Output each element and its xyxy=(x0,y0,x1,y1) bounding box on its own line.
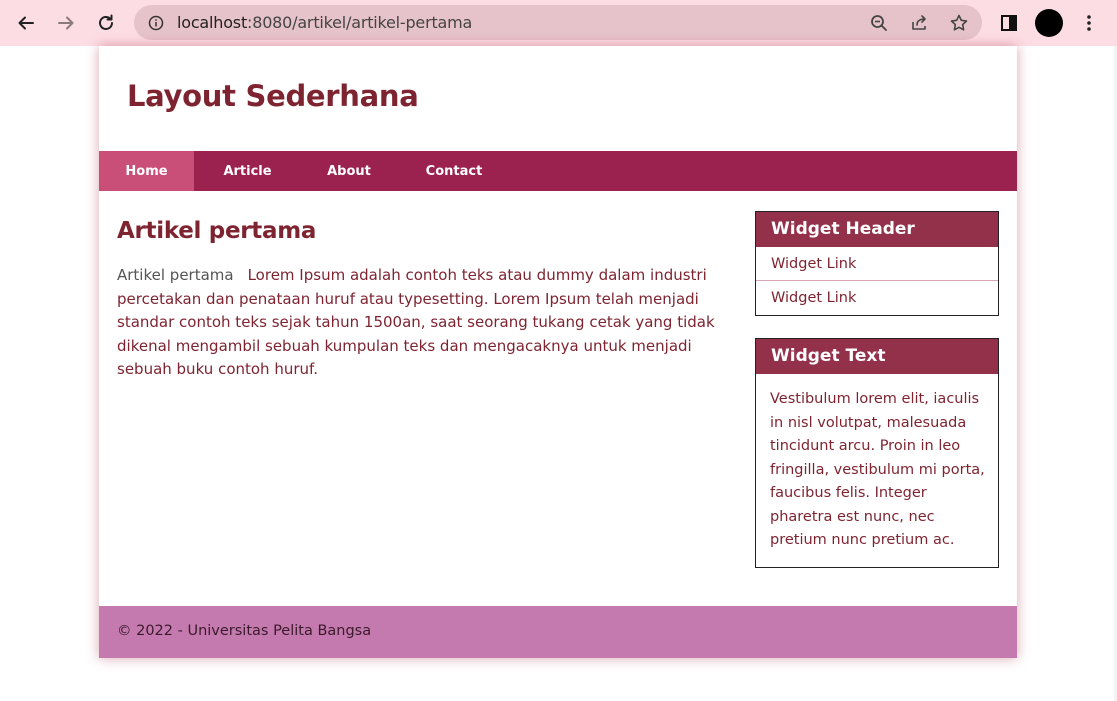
widget-link[interactable]: Widget Link xyxy=(756,247,998,281)
widget-links: Widget Header Widget Link Widget Link xyxy=(755,211,999,316)
reload-icon[interactable] xyxy=(90,7,122,39)
star-icon[interactable] xyxy=(947,11,971,35)
address-bar[interactable]: localhost:8080/artikel/artikel-pertama xyxy=(134,5,982,40)
site-footer: © 2022 - Universitas Pelita Bangsa xyxy=(99,606,1017,658)
url-host: localhost xyxy=(177,13,248,32)
article-body: Artikel pertama Lorem Ipsum adalah contoh… xyxy=(117,264,717,382)
back-icon[interactable] xyxy=(10,7,42,39)
share-icon[interactable] xyxy=(907,11,931,35)
side-panel-icon[interactable] xyxy=(993,7,1025,39)
page-container: Layout Sederhana Home Article About Cont… xyxy=(99,46,1017,658)
site-title: Layout Sederhana xyxy=(127,79,419,113)
url-path: :8080/artikel/artikel-pertama xyxy=(247,13,473,32)
article-title: Artikel pertama xyxy=(117,218,317,244)
url-text[interactable]: localhost:8080/artikel/artikel-pertama xyxy=(177,13,472,32)
browser-toolbar: localhost:8080/artikel/artikel-pertama xyxy=(0,0,1117,46)
widget-text: Widget Text Vestibulum lorem elit, iacul… xyxy=(755,338,999,568)
forward-icon[interactable] xyxy=(50,7,82,39)
info-icon[interactable] xyxy=(146,13,166,33)
zoom-out-icon[interactable] xyxy=(867,11,891,35)
menu-icon[interactable] xyxy=(1073,7,1105,39)
main-nav: Home Article About Contact xyxy=(99,151,1017,191)
main-content: Artikel pertama Artikel pertama Lorem Ips… xyxy=(117,218,717,378)
nav-home[interactable]: Home xyxy=(99,151,194,191)
widget-header: Widget Header xyxy=(756,212,998,247)
profile-avatar[interactable] xyxy=(1033,7,1065,39)
article-image: Artikel pertama xyxy=(117,264,234,288)
widget-link[interactable]: Widget Link xyxy=(756,281,998,315)
article-image-alt: Artikel pertama xyxy=(117,266,234,284)
site-header: Layout Sederhana xyxy=(99,46,1017,151)
widget-text-header: Widget Text xyxy=(756,339,998,374)
nav-article[interactable]: Article xyxy=(194,151,301,191)
nav-about[interactable]: About xyxy=(301,151,397,191)
widget-text-body: Vestibulum lorem elit, iaculis in nisl v… xyxy=(770,391,985,548)
nav-contact[interactable]: Contact xyxy=(397,151,511,191)
widget-link-list: Widget Link Widget Link xyxy=(756,247,998,315)
footer-copyright: © 2022 - Universitas Pelita Bangsa xyxy=(117,623,372,639)
